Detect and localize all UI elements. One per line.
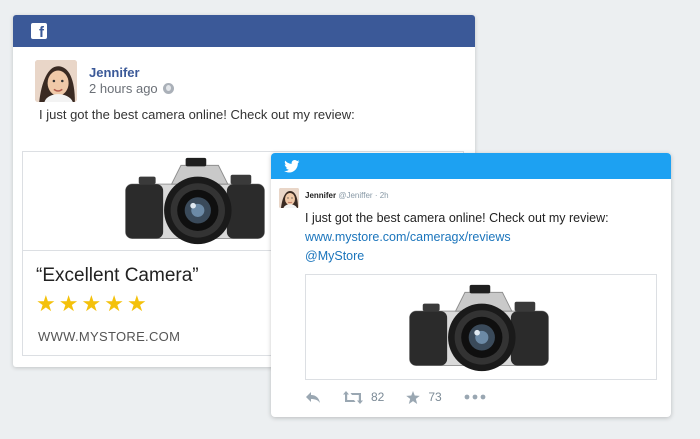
retweet-count: 82 <box>371 390 385 404</box>
avatar[interactable] <box>279 188 299 208</box>
globe-icon <box>162 83 174 94</box>
tweet-actions: 82 73 <box>305 390 508 404</box>
avatar[interactable] <box>35 60 77 102</box>
tweet-body: I just got the best camera online! Check… <box>305 209 609 266</box>
favorite-button[interactable]: 73 <box>406 390 442 404</box>
camera-icon <box>404 281 554 375</box>
star-icon <box>406 390 421 404</box>
star-icon: ★ <box>36 292 56 317</box>
star-icon: ★ <box>104 292 124 317</box>
tweet-time[interactable]: 2h <box>380 191 389 200</box>
review-title[interactable]: “Excellent Camera” <box>36 265 199 287</box>
facebook-logo-letter: f <box>39 24 44 41</box>
camera-icon <box>120 154 270 248</box>
reply-icon <box>306 391 320 403</box>
star-rating: ★ ★ ★ ★ ★ <box>36 294 147 316</box>
post-timestamp: 2 hours ago <box>89 81 174 96</box>
mention-link[interactable]: @MyStore <box>305 247 609 266</box>
star-icon: ★ <box>81 292 102 317</box>
favorite-count: 73 <box>428 390 442 404</box>
twitter-tweet-card: Jennifer @Jeniffer · 2h I just got the b… <box>271 153 671 417</box>
more-button[interactable] <box>464 394 486 400</box>
link-domain: WWW.MYSTORE.COM <box>38 329 181 344</box>
retweet-icon <box>343 390 363 404</box>
author-name[interactable]: Jennifer <box>305 191 336 200</box>
tweet-media[interactable] <box>305 274 657 380</box>
author-handle[interactable]: @Jeniffer <box>338 191 372 200</box>
twitter-bird-icon[interactable] <box>284 160 300 173</box>
retweet-button[interactable]: 82 <box>343 390 384 404</box>
facebook-header-bar: f <box>13 15 475 47</box>
tweet-header: Jennifer @Jeniffer · 2h <box>305 191 389 200</box>
post-text: I just got the best camera online! Check… <box>39 107 355 122</box>
facebook-logo-icon[interactable]: f <box>31 23 47 41</box>
separator-dot: · <box>374 191 378 200</box>
star-icon: ★ <box>126 292 147 317</box>
more-icon <box>464 394 486 400</box>
author-name[interactable]: Jennifer <box>89 65 140 80</box>
tweet-text: I just got the best camera online! Check… <box>305 211 609 225</box>
review-link[interactable]: www.mystore.com/cameragx/reviews <box>305 228 609 247</box>
star-icon: ★ <box>58 292 79 317</box>
twitter-header-bar <box>271 153 671 179</box>
reply-button[interactable] <box>305 391 321 404</box>
timestamp-text[interactable]: 2 hours ago <box>89 81 158 96</box>
